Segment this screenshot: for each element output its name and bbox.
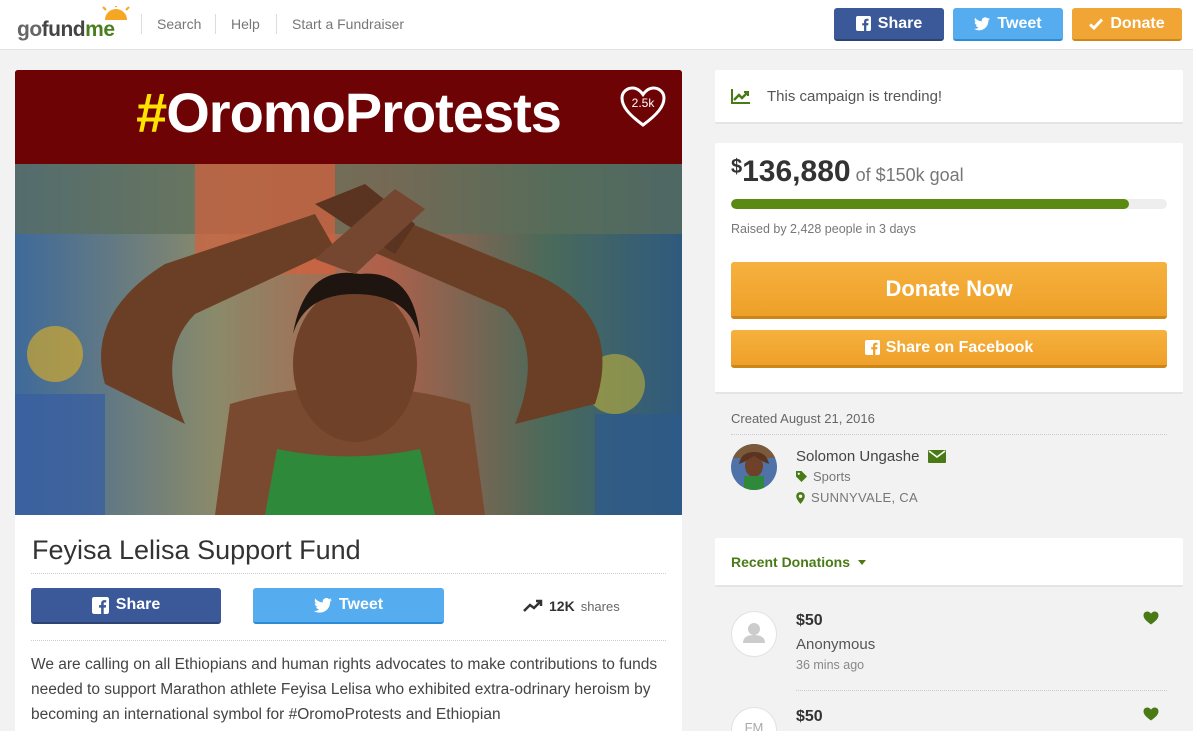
user-placeholder-icon (743, 623, 765, 643)
nav-start-fundraiser[interactable]: Start a Fundraiser (292, 16, 404, 32)
currency-symbol: $ (731, 156, 743, 178)
share-on-facebook-button[interactable]: Share on Facebook (731, 330, 1167, 368)
share-count-label: shares (580, 598, 620, 614)
progress-fill (731, 199, 1130, 209)
nav-help[interactable]: Help (231, 16, 260, 32)
share-count-value: 12K (549, 598, 575, 614)
nav-search[interactable]: Search (157, 16, 201, 32)
envelope-icon[interactable] (928, 450, 947, 463)
checkmark-icon (1089, 17, 1104, 30)
nav-divider (141, 14, 142, 34)
campaign-hero-image: #OromoProtests 2.5k (15, 70, 682, 515)
divider (31, 640, 666, 641)
donation-amount: $50 (796, 612, 823, 629)
header-tweet-label: Tweet (997, 14, 1042, 32)
header-donate-label: Donate (1110, 14, 1165, 32)
donor-avatar: FM (731, 707, 777, 731)
gofundme-logo[interactable]: gofundme (17, 6, 130, 41)
share-on-facebook-label: Share on Facebook (885, 338, 1034, 356)
facebook-icon (91, 596, 109, 614)
donation-amount: $50 (796, 708, 823, 725)
heart-icon[interactable] (1143, 707, 1159, 721)
header-share-label: Share (877, 14, 923, 32)
hashtag-banner: #OromoProtests (15, 70, 682, 164)
trending-arrow-icon (523, 599, 543, 612)
nav-divider (276, 14, 277, 34)
organizer-name[interactable]: Solomon Ungashe (796, 448, 919, 465)
campaign-title: Feyisa Lelisa Support Fund (32, 535, 361, 565)
campaign-share-label: Share (115, 596, 161, 613)
progress-bar (731, 199, 1167, 209)
top-header: gofundme Search Help Start a Fundraiser … (0, 0, 1193, 50)
location-label: SUNNYVALE, CA (811, 490, 918, 505)
recent-donations-dropdown[interactable]: Recent Donations (731, 554, 867, 570)
organizer-location: SUNNYVALE, CA (796, 490, 918, 505)
campaign-share-button[interactable]: Share (31, 588, 221, 624)
goal-text: of $150k goal (855, 165, 964, 185)
organizer-name-row: Solomon Ungashe (796, 448, 947, 465)
organizer-avatar[interactable] (731, 444, 777, 490)
created-date: Created August 21, 2016 (731, 411, 875, 426)
recent-donations-header: Recent Donations (715, 538, 1183, 587)
trending-card: This campaign is trending! (715, 70, 1183, 124)
campaign-tweet-label: Tweet (338, 596, 384, 613)
tag-icon (796, 471, 807, 482)
map-pin-icon (796, 491, 805, 504)
donate-now-button[interactable]: Donate Now (731, 262, 1167, 319)
line-chart-icon (731, 89, 750, 104)
recent-donations-label: Recent Donations (731, 554, 851, 570)
twitter-icon (974, 16, 991, 30)
donor-initials: FM (744, 720, 764, 731)
donor-avatar (731, 611, 777, 657)
amount-raised: $136,880 of $150k goal (731, 155, 964, 189)
header-tweet-button[interactable]: Tweet (953, 8, 1063, 41)
caret-down-icon (858, 559, 867, 565)
campaign-story: We are calling on all Ethiopians and hum… (31, 656, 658, 723)
nav-divider (215, 14, 216, 34)
header-share-button[interactable]: Share (834, 8, 944, 41)
share-count: 12K shares (523, 598, 620, 614)
heart-icon[interactable] (1143, 611, 1159, 625)
athlete-photo (15, 164, 682, 515)
divider (796, 690, 1167, 691)
facebook-icon (864, 340, 880, 355)
amount-value: 136,880 (742, 155, 851, 188)
trending-text: This campaign is trending! (767, 88, 943, 105)
hashtag-text: #OromoProtests (136, 81, 562, 144)
donation-time: 36 mins ago (796, 658, 865, 672)
twitter-icon (313, 597, 332, 613)
heart-count: 2.5k (631, 96, 655, 110)
campaign-card: Feyisa Lelisa Support Fund Share Tweet 1… (15, 515, 682, 731)
header-donate-button[interactable]: Donate (1072, 8, 1182, 41)
logo-text: gofundme (17, 18, 115, 41)
category-label[interactable]: Sports (813, 469, 851, 484)
raised-by-text: Raised by 2,428 people in 3 days (731, 222, 916, 236)
divider (731, 434, 1167, 435)
donor-name: Anonymous (796, 636, 876, 653)
divider (31, 573, 666, 574)
organizer-category: Sports (796, 469, 851, 484)
facebook-icon (855, 16, 871, 31)
campaign-tweet-button[interactable]: Tweet (253, 588, 444, 624)
fundraising-card: $136,880 of $150k goal Raised by 2,428 p… (715, 143, 1183, 394)
